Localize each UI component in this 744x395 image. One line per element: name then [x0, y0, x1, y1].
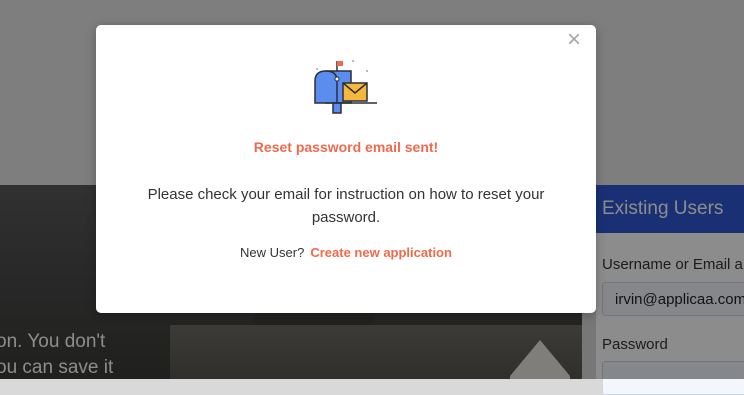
modal-title: Reset password email sent! — [253, 139, 439, 155]
close-icon[interactable]: × — [563, 28, 585, 52]
create-application-link[interactable]: Create new application — [310, 245, 452, 260]
reset-password-modal: × Reset password email sent! Please chec… — [96, 25, 596, 313]
new-user-prompt: New User? — [240, 245, 305, 260]
mailbox-with-envelope-icon — [314, 60, 377, 114]
modal-footer: New User? Create new application — [96, 245, 596, 260]
modal-message: Please check your email for instruction … — [147, 186, 545, 226]
